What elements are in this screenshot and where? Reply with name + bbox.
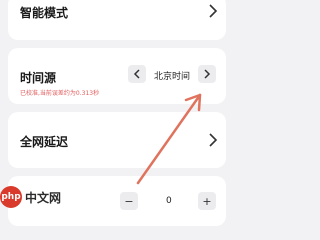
time-source-value: 北京时间	[154, 72, 191, 82]
network-latency-row[interactable]: 全网延迟	[8, 112, 226, 168]
time-source-next-button[interactable]	[198, 65, 216, 83]
network-latency-label: 全网延迟	[20, 135, 69, 149]
smart-mode-row[interactable]: 智能模式	[8, 0, 226, 40]
plus-icon: +	[202, 194, 212, 208]
chevron-left-icon	[133, 69, 140, 79]
smart-mode-label: 智能模式	[20, 6, 69, 20]
calibration-note: 已校准,当前误差约为0.313秒	[20, 90, 100, 97]
decrement-button[interactable]: −	[120, 192, 138, 210]
time-source-label: 时间源	[20, 71, 57, 85]
chevron-right-icon	[209, 133, 218, 147]
php-logo: php	[0, 186, 22, 208]
time-source-prev-button[interactable]	[128, 65, 146, 83]
chevron-right-icon	[204, 69, 211, 79]
watermark-text: 中文网	[25, 190, 62, 205]
stepper-value: 0	[166, 196, 172, 206]
watermark: php 中文网	[0, 186, 61, 208]
chevron-right-icon	[209, 4, 218, 18]
time-source-row: 时间源 北京时间 已校准,当前误差约为0.313秒	[8, 48, 226, 104]
increment-button[interactable]: +	[198, 192, 216, 210]
minus-icon: −	[124, 194, 134, 208]
